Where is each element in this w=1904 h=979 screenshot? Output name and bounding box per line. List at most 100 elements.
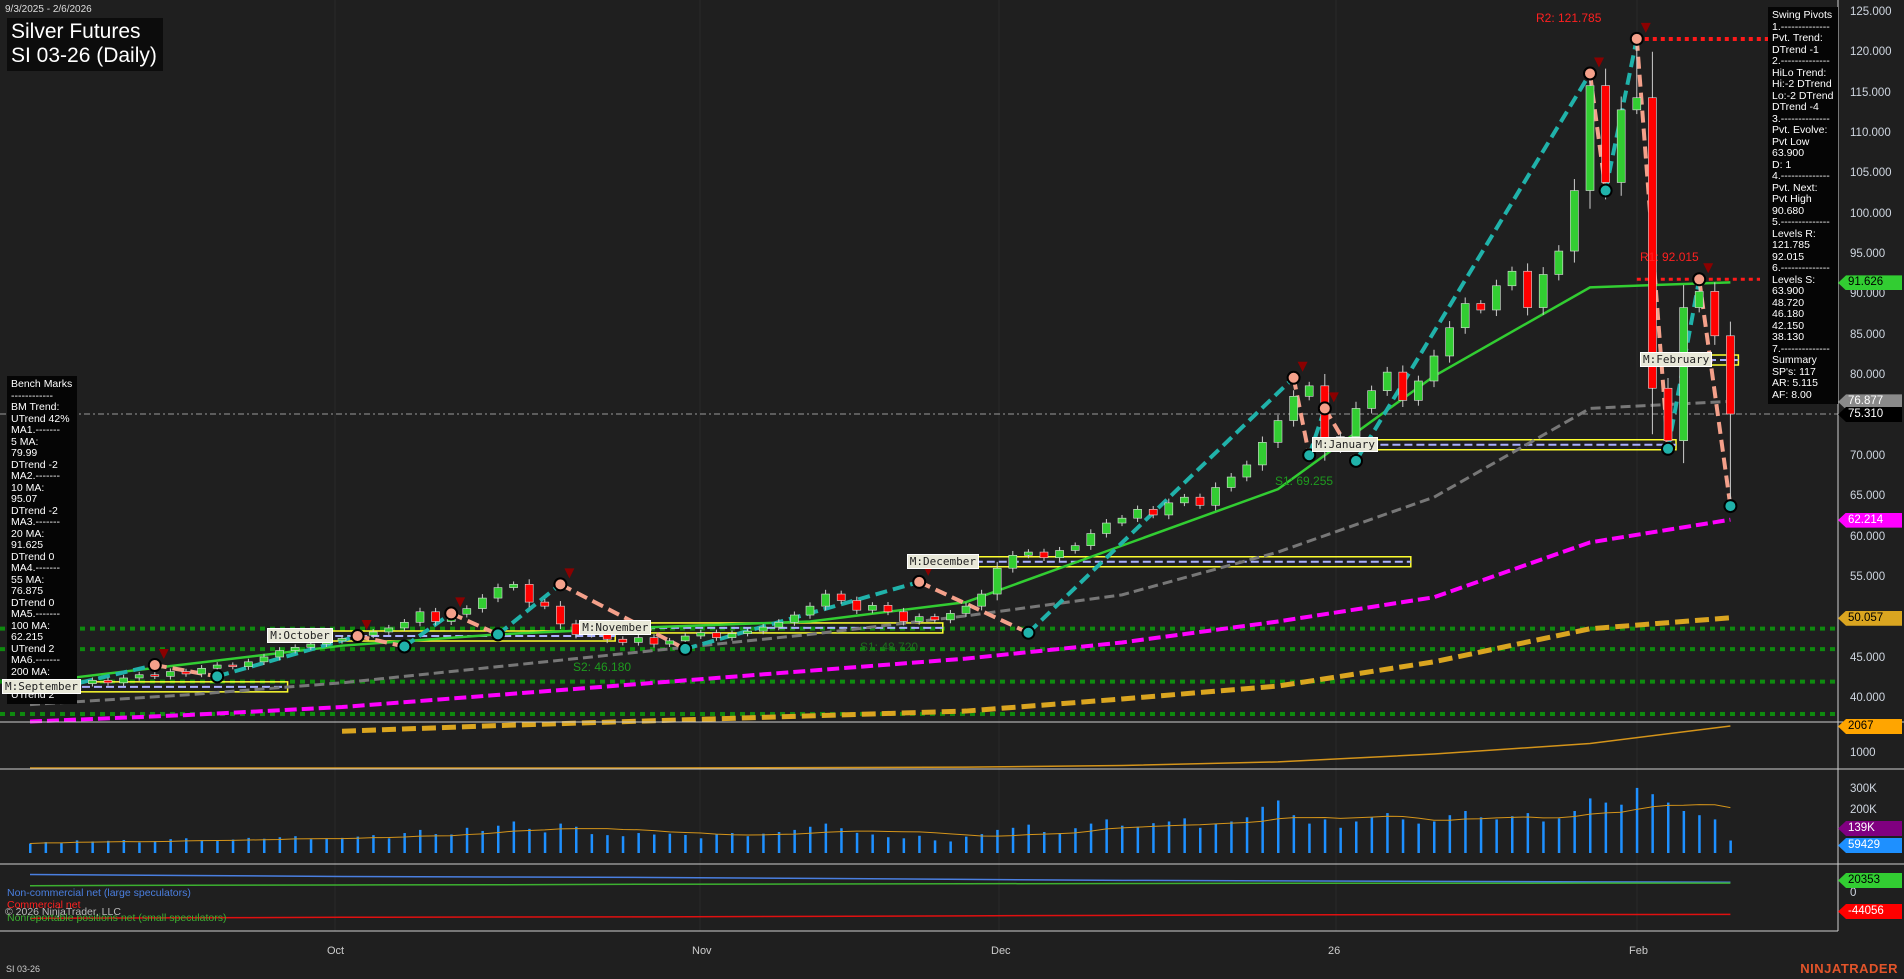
candle-up [1446, 328, 1454, 356]
down-arrow-icon [455, 597, 465, 607]
volume-bar [388, 838, 391, 853]
price-chart[interactable] [0, 0, 1904, 979]
swing-high-marker [352, 630, 364, 642]
candle-up [244, 662, 252, 667]
candle-up [1243, 465, 1251, 477]
candle-down [712, 633, 720, 638]
volume-bar [403, 833, 406, 853]
candle-up [744, 631, 752, 633]
bench-marks-line: MA1.------- [11, 425, 73, 437]
volume-bar [653, 835, 656, 853]
volume-bar [669, 834, 672, 853]
down-arrow-icon [1594, 58, 1604, 68]
time-axis-label: Feb [1629, 945, 1648, 957]
volume-bar [1293, 815, 1296, 853]
volume-bar [1261, 807, 1264, 853]
swing-up-line [1028, 378, 1293, 633]
candle-up [213, 665, 221, 668]
volume-average-tag: 139K [1838, 821, 1902, 836]
swing-high-marker [1631, 33, 1643, 45]
volume-bar [965, 837, 968, 853]
candle-down [900, 612, 908, 622]
volume-bar [591, 834, 594, 853]
candle-up [697, 633, 705, 636]
volume-bar [1417, 824, 1420, 853]
swing-low-marker [492, 628, 504, 640]
down-arrow-icon [159, 649, 169, 659]
volume-bar [1105, 819, 1108, 853]
bench-marks-line: MA3.------- [11, 517, 73, 529]
candle-down [182, 672, 190, 674]
swing-pivots-line: 46.180 [1772, 309, 1834, 321]
volume-bar [435, 834, 438, 853]
bench-marks-panel: Bench Marks------------BM Trend:UTrend 4… [7, 376, 77, 704]
month-level-label: M:January [1312, 437, 1378, 452]
volume-bar [903, 838, 906, 853]
swing-pivots-line: 2.-------------- [1772, 56, 1834, 68]
volume-bar [216, 841, 219, 853]
swing-high-marker [149, 659, 161, 671]
oscillator-axis-tick: 1000 [1850, 747, 1876, 759]
candle-down [1196, 497, 1204, 505]
volume-bar [1199, 828, 1202, 853]
price-axis-tick: 60.000 [1850, 531, 1885, 543]
month-level-label: M:February [1640, 352, 1712, 367]
swing-high-marker [1584, 68, 1596, 80]
candle-up [1305, 386, 1313, 396]
volume-bar [1230, 822, 1233, 854]
volume-bar [949, 841, 952, 853]
candle-up [307, 644, 315, 647]
volume-bar [762, 834, 765, 853]
candle-up [463, 609, 471, 615]
price-axis-tick: 105.000 [1850, 167, 1892, 179]
candle-up [1212, 488, 1220, 506]
swing-low-marker [1662, 443, 1674, 455]
month-level-label: M:October [267, 628, 333, 643]
volume-bar [747, 836, 750, 853]
candle-down [931, 617, 939, 620]
volume-bar [1449, 815, 1452, 853]
bench-marks-line: Bench Marks [11, 379, 73, 391]
swing-low-marker [679, 643, 691, 655]
candle-up [1617, 110, 1625, 183]
candle-up [790, 615, 798, 622]
volume-bar [1636, 788, 1639, 853]
swing-low-marker [211, 670, 223, 682]
candle-down [837, 594, 845, 600]
swing-pivots-panel: Swing Pivots1.--------------Pvt. Trend:D… [1768, 7, 1838, 404]
candle-up [962, 606, 970, 613]
volume-bar [1527, 813, 1530, 853]
volume-bar [825, 824, 828, 853]
volume-bar [1573, 811, 1576, 853]
price-axis-tick: 70.000 [1850, 450, 1885, 462]
moving-averages [30, 282, 1730, 731]
volume-bar [684, 835, 687, 853]
volume-bar [715, 835, 718, 853]
cot-commercial-tag: -44056 [1838, 904, 1902, 919]
month-level-label: M:September [2, 679, 81, 694]
volume-bar [1433, 822, 1436, 854]
volume-bar [325, 838, 328, 853]
candle-up [666, 641, 674, 644]
swing-pivots-line: AF: 8.00 [1772, 390, 1834, 402]
candle-down [650, 638, 658, 644]
volume-bar [1277, 801, 1280, 854]
candle-down [1524, 271, 1532, 307]
cot-nonreportable-tag: 20353 [1838, 873, 1902, 888]
swing-pivots-line: 38.130 [1772, 332, 1834, 344]
volume-bar [1215, 824, 1218, 853]
candle-down [1726, 336, 1734, 414]
swing-pivots-line: 6.-------------- [1772, 263, 1834, 275]
month-level-label: M:November [579, 620, 651, 635]
candle-up [1570, 191, 1578, 252]
volume-bar [232, 840, 235, 853]
volume-bar [357, 837, 360, 853]
volume-bar [793, 830, 796, 853]
swing-down-line [919, 582, 1028, 633]
candle-down [229, 665, 237, 667]
bench-marks-line: MA2.------- [11, 471, 73, 483]
candle-up [1508, 271, 1516, 286]
candle-up [1180, 497, 1188, 503]
swing-pivots-line: Swing Pivots [1772, 10, 1834, 22]
volume-bar [1012, 828, 1015, 853]
